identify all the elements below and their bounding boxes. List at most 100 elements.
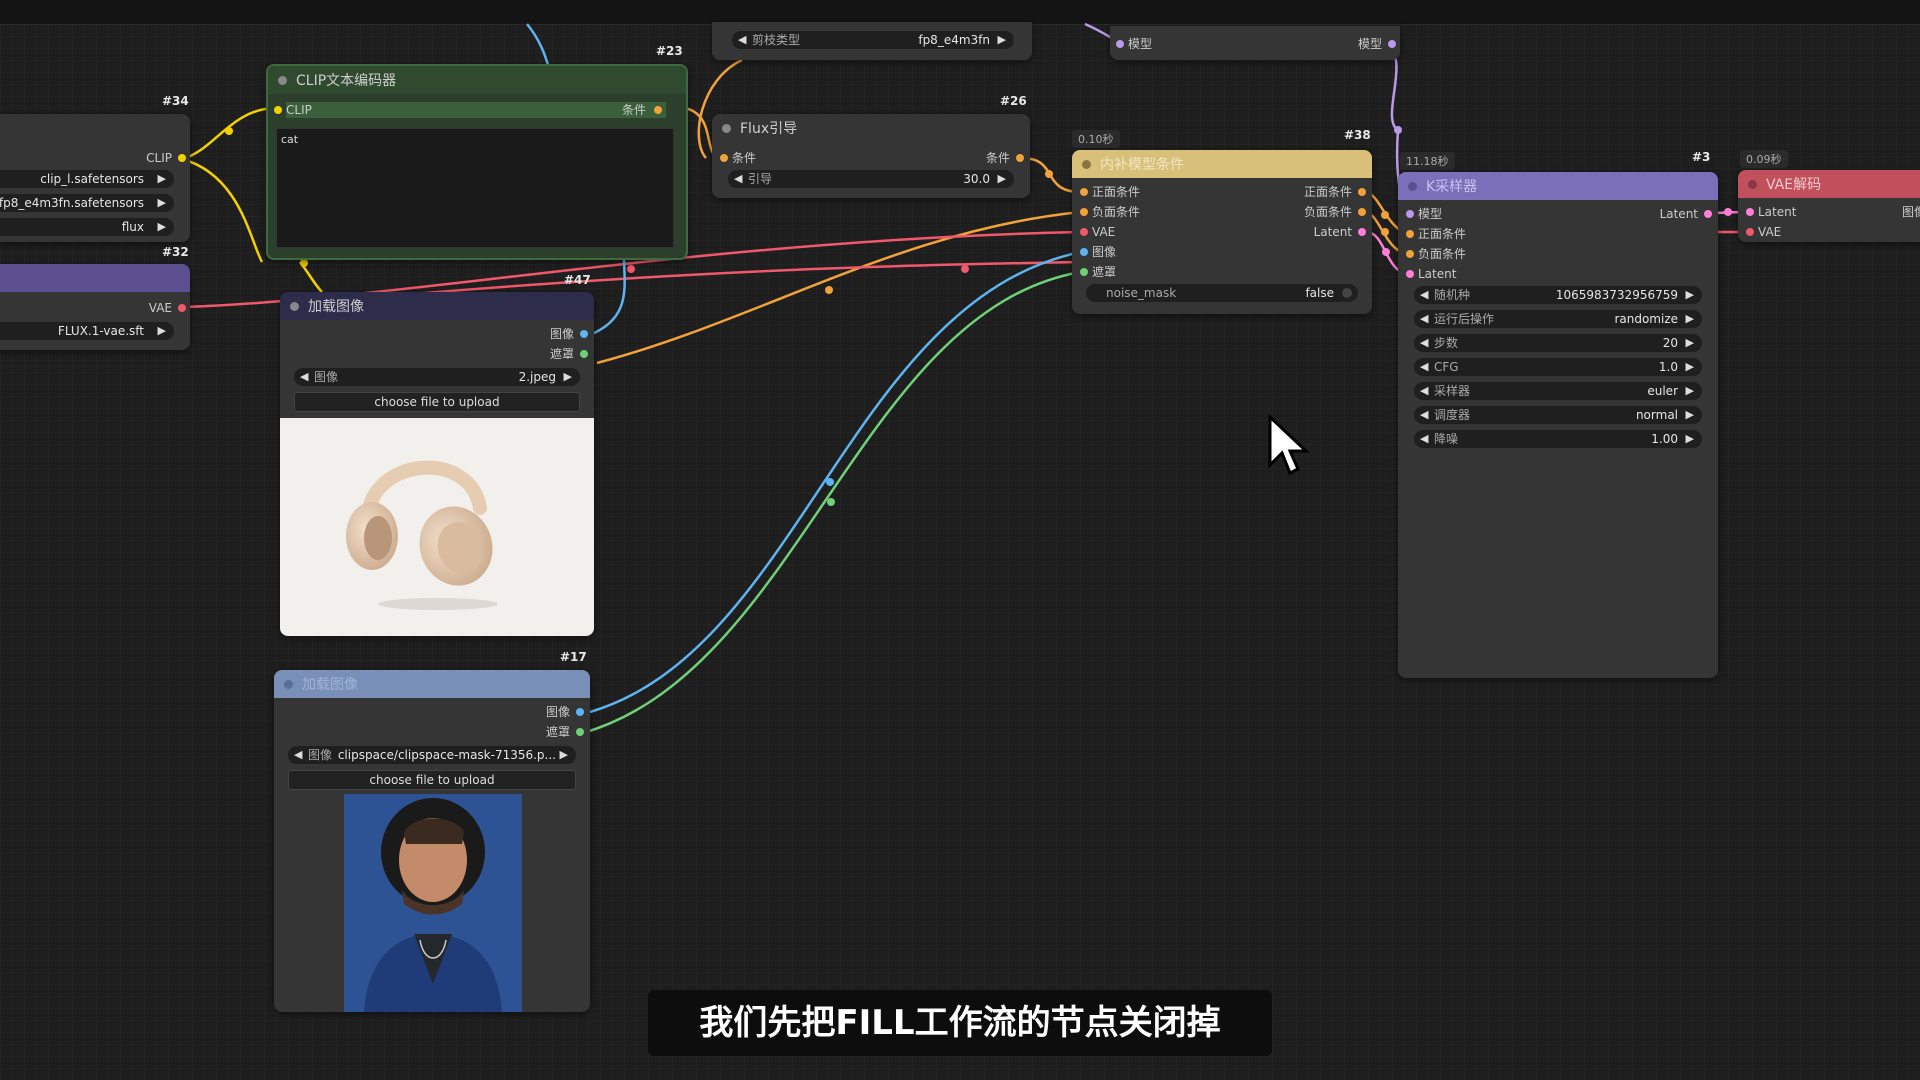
collapse-dot-icon[interactable]	[278, 76, 287, 85]
output-image[interactable]: 图像	[1902, 204, 1920, 220]
output-latent[interactable]: Latent	[1314, 224, 1366, 240]
widget-image-select[interactable]: ◀ 图像 clipspace/clipspace-mask-71356.p...…	[288, 746, 576, 764]
dual-clip-loader-node[interactable]: CLIP clip_l.safetensors ▶ d_fp8_e4m3fn.s…	[0, 114, 190, 242]
pin-positive-in[interactable]	[1080, 188, 1088, 196]
input-positive[interactable]: 正面条件	[1080, 184, 1140, 200]
arrow-right-icon[interactable]: ▶	[158, 322, 166, 340]
arrow-right-icon[interactable]: ▶	[1686, 310, 1694, 328]
load-image-node[interactable]: 加载图像 图像 遮罩 ◀ 图像 2.jpeg ▶ choose file to …	[280, 292, 594, 636]
output-vae[interactable]: VAE	[149, 300, 186, 316]
vae-decode-node[interactable]: VAE解码 Latent VAE 图像	[1738, 170, 1920, 242]
output-image[interactable]: 图像	[550, 326, 588, 342]
widget-sampler[interactable]: ◀ 采样器 euler ▶	[1414, 382, 1702, 400]
input-mask[interactable]: 遮罩	[1080, 264, 1116, 280]
arrow-right-icon[interactable]: ▶	[998, 31, 1006, 49]
vae-loader-node[interactable]: VAE FLUX.1-vae.sft ▶	[0, 264, 190, 350]
node-graph-canvas[interactable]: #34 CLIP clip_l.safetensors ▶ d_fp8_e4m3…	[0, 0, 1920, 1080]
pin-model-in[interactable]	[1406, 210, 1414, 218]
widget-weight-dtype[interactable]: ◀ 剪枝类型 fp8_e4m3fn ▶	[732, 31, 1014, 49]
arrow-left-icon[interactable]: ◀	[1420, 382, 1428, 400]
collapse-dot-icon[interactable]	[722, 124, 731, 133]
input-positive[interactable]: 正面条件	[1406, 226, 1466, 242]
pin-vae-in[interactable]	[1746, 228, 1754, 236]
pin-positive-in[interactable]	[1406, 230, 1414, 238]
unet-loader-node[interactable]: ◀ 剪枝类型 fp8_e4m3fn ▶	[712, 22, 1032, 60]
collapse-dot-icon[interactable]	[284, 680, 293, 689]
upload-button[interactable]: choose file to upload	[294, 392, 580, 412]
output-latent[interactable]: Latent	[1660, 206, 1712, 222]
arrow-right-icon[interactable]: ▶	[1686, 358, 1694, 376]
arrow-right-icon[interactable]: ▶	[1686, 382, 1694, 400]
widget-image-select[interactable]: ◀ 图像 2.jpeg ▶	[294, 368, 580, 386]
input-latent[interactable]: Latent	[1406, 266, 1456, 282]
arrow-right-icon[interactable]: ▶	[998, 170, 1006, 188]
input-cond[interactable]: 条件	[720, 150, 756, 166]
pin-latent-out[interactable]	[1704, 210, 1712, 218]
upload-button[interactable]: choose file to upload	[288, 770, 576, 790]
arrow-right-icon[interactable]: ▶	[158, 194, 166, 212]
pin-clip-in[interactable]	[274, 106, 282, 114]
output-model[interactable]: 模型	[1358, 36, 1396, 52]
load-image-mask-node[interactable]: 加载图像 图像 遮罩 ◀ 图像 clipspace/clipspace-mask…	[274, 670, 590, 1012]
pin-negative-out[interactable]	[1358, 208, 1366, 216]
collapse-dot-icon[interactable]	[1082, 160, 1091, 169]
output-image[interactable]: 图像	[546, 704, 584, 720]
pin-image-out[interactable]	[576, 708, 584, 716]
widget-vae-name[interactable]: FLUX.1-vae.sft ▶	[0, 322, 174, 340]
collapse-dot-icon[interactable]	[1408, 182, 1417, 191]
input-model[interactable]: 模型	[1116, 36, 1152, 52]
arrow-right-icon[interactable]: ▶	[1686, 430, 1694, 448]
pin-vae-in[interactable]	[1080, 228, 1088, 236]
pin-cond-in[interactable]	[720, 154, 728, 162]
output-mask[interactable]: 遮罩	[546, 724, 584, 740]
arrow-right-icon[interactable]: ▶	[1686, 406, 1694, 424]
pin-image-in[interactable]	[1080, 248, 1088, 256]
clip-text-encode-node[interactable]: CLIP文本编码器 CLIP 条件 cat	[266, 64, 688, 260]
prompt-textarea[interactable]: cat	[276, 128, 674, 248]
widget-scheduler[interactable]: ◀ 调度器 normal ▶	[1414, 406, 1702, 424]
widget-denoise[interactable]: ◀ 降噪 1.00 ▶	[1414, 430, 1702, 448]
arrow-left-icon[interactable]: ◀	[1420, 358, 1428, 376]
input-negative[interactable]: 负面条件	[1080, 204, 1140, 220]
widget-cfg[interactable]: ◀ CFG 1.0 ▶	[1414, 358, 1702, 376]
arrow-left-icon[interactable]: ◀	[300, 368, 308, 386]
clip-encode-title[interactable]: CLIP文本编码器	[268, 66, 686, 94]
pin-clip-out[interactable]	[178, 154, 186, 162]
toggle-icon[interactable]	[1342, 288, 1352, 298]
arrow-left-icon[interactable]: ◀	[294, 746, 302, 764]
arrow-left-icon[interactable]: ◀	[1420, 334, 1428, 352]
input-vae[interactable]: VAE	[1746, 224, 1781, 240]
pin-cond-out[interactable]	[1016, 154, 1024, 162]
widget-control-after[interactable]: ◀ 运行后操作 randomize ▶	[1414, 310, 1702, 328]
pin-mask-out[interactable]	[580, 350, 588, 358]
collapse-dot-icon[interactable]	[1748, 180, 1757, 189]
arrow-right-icon[interactable]: ▶	[158, 170, 166, 188]
output-mask[interactable]: 遮罩	[550, 346, 588, 362]
pin-model-out[interactable]	[1388, 40, 1396, 48]
widget-guidance[interactable]: ◀ 引导 30.0 ▶	[728, 170, 1014, 188]
widget-clip-name1[interactable]: clip_l.safetensors ▶	[0, 170, 174, 188]
collapse-dot-icon[interactable]	[290, 302, 299, 311]
ksampler-title[interactable]: K采样器	[1398, 172, 1718, 200]
flux-guidance-title[interactable]: Flux引导	[712, 114, 1030, 142]
output-clip[interactable]: CLIP	[146, 150, 186, 166]
pin-latent-out[interactable]	[1358, 228, 1366, 236]
flux-guidance-node[interactable]: Flux引导 条件 条件 ◀ 引导 30.0 ▶	[712, 114, 1030, 198]
output-cond[interactable]: 条件	[986, 150, 1024, 166]
pin-mask-in[interactable]	[1080, 268, 1088, 276]
pin-latent-in[interactable]	[1406, 270, 1414, 278]
pin-latent-in[interactable]	[1746, 208, 1754, 216]
widget-seed[interactable]: ◀ 随机种 1065983732956759 ▶	[1414, 286, 1702, 304]
input-negative[interactable]: 负面条件	[1406, 246, 1466, 262]
pin-model-in[interactable]	[1116, 40, 1124, 48]
widget-clip-type[interactable]: flux ▶	[0, 218, 174, 236]
ksampler-node[interactable]: K采样器 模型 正面条件 负面条件 Latent Latent ◀ 随机种 1065…	[1398, 172, 1718, 678]
input-latent[interactable]: Latent	[1746, 204, 1796, 220]
arrow-right-icon[interactable]: ▶	[1686, 334, 1694, 352]
pin-negative-in[interactable]	[1406, 250, 1414, 258]
load-image-mask-title[interactable]: 加载图像	[274, 670, 590, 698]
arrow-right-icon[interactable]: ▶	[158, 218, 166, 236]
widget-clip-name2[interactable]: d_fp8_e4m3fn.safetensors ▶	[0, 194, 174, 212]
model-node[interactable]: 模型 模型	[1110, 26, 1400, 60]
inpaint-conditioning-node[interactable]: 内补模型条件 正面条件 负面条件 VAE 图像 遮罩 正面条件 负面条件 Lat…	[1072, 150, 1372, 314]
